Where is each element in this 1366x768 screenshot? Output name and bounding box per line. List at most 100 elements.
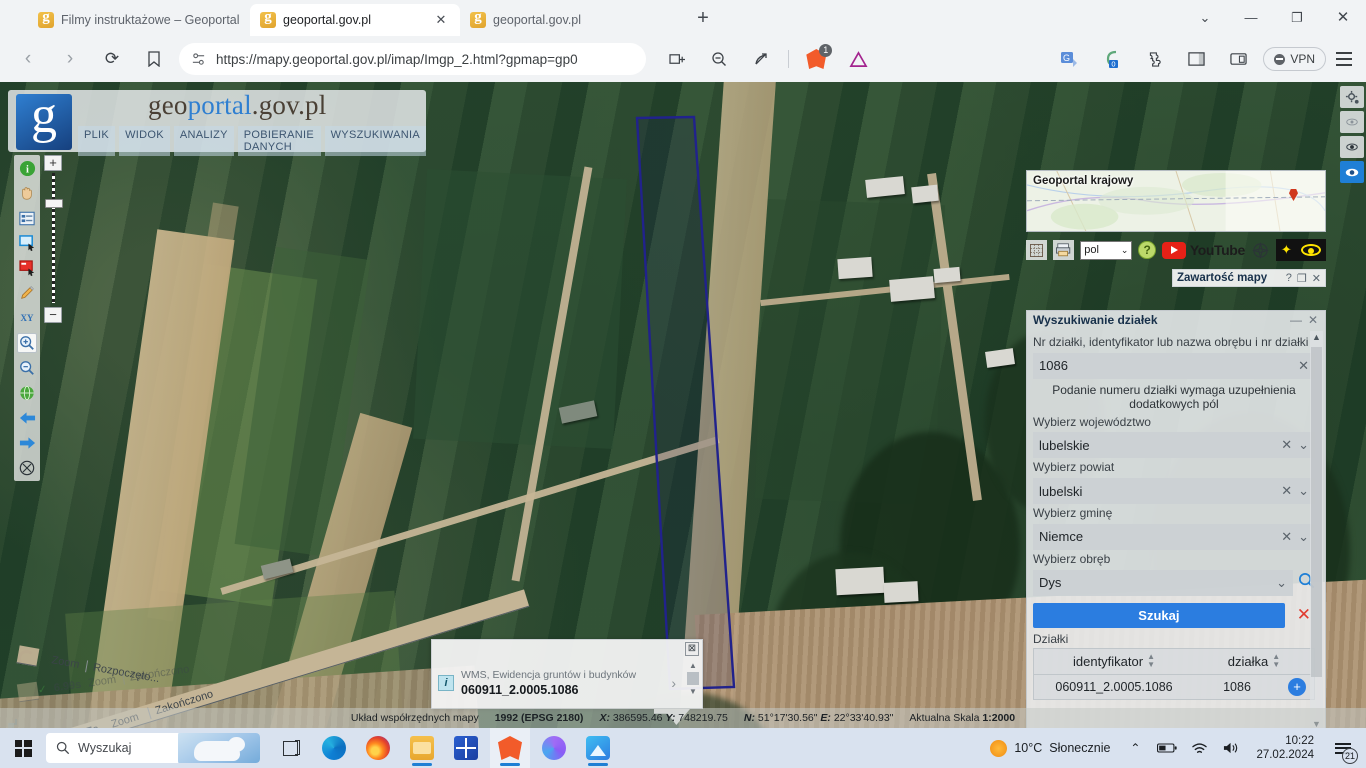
taskbar-search-box[interactable]: Wyszukaj — [46, 733, 260, 763]
taskbar-app-store[interactable] — [446, 728, 486, 768]
select-red-icon[interactable] — [17, 258, 37, 278]
powiat-select[interactable]: lubelski ✕ ⌄ — [1033, 478, 1315, 504]
taskbar-app-brave[interactable] — [490, 728, 530, 768]
zoom-slider-thumb[interactable] — [45, 199, 63, 208]
notification-center-button[interactable]: 21 — [1326, 728, 1360, 768]
sort-icon[interactable]: ▲▼ — [1147, 653, 1155, 669]
map-content-bar[interactable]: Zawartość mapy ? ❐ ✕ — [1172, 269, 1326, 287]
clear-icon[interactable]: ✕ — [1281, 483, 1292, 499]
print-icon[interactable] — [1053, 240, 1074, 260]
scroll-down-icon[interactable]: ▼ — [686, 687, 700, 696]
select-rectangle-icon[interactable] — [17, 233, 37, 253]
close-window-button[interactable]: ✕ — [1320, 1, 1366, 35]
clear-icon[interactable]: ✕ — [1281, 437, 1292, 453]
taskbar-app-edge[interactable] — [314, 728, 354, 768]
taskbar-app-firefox[interactable] — [358, 728, 398, 768]
sidebar-toggle-icon[interactable] — [1180, 43, 1212, 75]
tab-search-chevron-icon[interactable]: ⌄ — [1182, 1, 1228, 35]
cell-action[interactable]: + — [1280, 678, 1314, 696]
panel-scrollbar[interactable]: ▲ ▼ — [1310, 331, 1323, 728]
sort-icon[interactable]: ▲▼ — [1272, 653, 1280, 669]
start-button[interactable] — [0, 728, 46, 768]
zoom-out-button[interactable]: − — [44, 307, 62, 323]
wifi-icon[interactable] — [1186, 733, 1212, 763]
task-view-button[interactable] — [270, 728, 310, 768]
zoom-out-icon[interactable] — [703, 43, 735, 75]
info-icon[interactable]: i — [17, 158, 37, 178]
measure-pencil-icon[interactable] — [17, 283, 37, 303]
panel-close-icon[interactable]: ✕ — [1305, 313, 1321, 327]
taskbar-app-photos[interactable] — [578, 728, 618, 768]
chevron-down-icon[interactable]: ⌄ — [1276, 575, 1287, 591]
minimize-button[interactable]: — — [1228, 1, 1274, 35]
site-settings-icon[interactable] — [191, 52, 206, 67]
full-extent-globe-icon[interactable] — [17, 383, 37, 403]
browser-menu-icon[interactable] — [1330, 45, 1358, 73]
zoom-slider-track[interactable] — [52, 173, 55, 303]
map-viewport[interactable]: g geoportal.gov.pl PLIK WIDOK ANALIZY PO… — [0, 82, 1366, 728]
panel-minimize-icon[interactable]: — — [1287, 313, 1305, 327]
obreb-select[interactable]: Dys ⌄ — [1033, 570, 1293, 596]
zoom-in-button[interactable]: + — [44, 155, 62, 171]
wojewodztwo-select[interactable]: lubelskie ✕ ⌄ — [1033, 432, 1315, 458]
scroll-up-icon[interactable]: ▲ — [686, 661, 700, 670]
legend-icon[interactable] — [17, 208, 37, 228]
bookmark-icon[interactable] — [138, 43, 170, 75]
map-content-help-icon[interactable]: ? — [1286, 272, 1292, 284]
compass-icon[interactable] — [1251, 240, 1270, 260]
taskbar-clock[interactable]: 10:22 27.02.2024 — [1250, 734, 1320, 763]
previous-view-icon[interactable] — [17, 408, 37, 428]
weather-widget[interactable]: 10°C Słonecznie — [984, 740, 1116, 757]
show-hidden-icons-chevron-icon[interactable]: ⌃ — [1122, 733, 1148, 763]
popup-next-icon[interactable]: › — [668, 675, 679, 691]
reload-icon[interactable]: ⟳ — [96, 43, 128, 75]
browser-tab-3[interactable]: geoportal.gov.pl — [460, 4, 682, 36]
maximize-button[interactable]: ❐ — [1274, 1, 1320, 35]
night-mode-toggle[interactable]: ✦ — [1276, 239, 1326, 261]
chevron-down-icon[interactable]: ⌄ — [1298, 437, 1309, 453]
forward-icon[interactable]: › — [54, 43, 86, 75]
map-content-close-icon[interactable]: ✕ — [1312, 272, 1321, 285]
taskbar-app-copilot[interactable] — [534, 728, 574, 768]
clear-icon[interactable]: ✕ — [1298, 358, 1309, 374]
vpn-button[interactable]: VPN — [1263, 47, 1326, 71]
help-icon[interactable]: ? — [1138, 241, 1155, 259]
browser-tab-1[interactable]: Filmy instruktażowe – Geoportal.gov — [28, 4, 250, 36]
scrollbar-thumb[interactable] — [687, 672, 699, 685]
zoom-slider[interactable]: + − — [44, 155, 64, 325]
close-tab-icon[interactable]: ✕ — [432, 11, 450, 29]
address-bar[interactable]: https://mapy.geoportal.gov.pl/imap/Imgp_… — [179, 43, 646, 75]
add-to-map-icon[interactable]: + — [1288, 678, 1306, 696]
taskbar-app-explorer[interactable] — [402, 728, 442, 768]
menu-item-plik[interactable]: PLIK — [78, 126, 115, 156]
chevron-down-icon[interactable]: ⌄ — [1298, 529, 1309, 545]
volume-icon[interactable] — [1218, 733, 1244, 763]
back-icon[interactable]: ‹ — [12, 43, 44, 75]
new-tab-button[interactable]: + — [688, 4, 718, 34]
menu-item-wyszukiwania[interactable]: WYSZUKIWANIA — [325, 126, 426, 156]
brave-shields-icon[interactable]: 1 — [800, 43, 832, 75]
translate-icon[interactable]: G — [1054, 43, 1086, 75]
menu-item-pobieranie-danych[interactable]: POBIERANIE DANYCH — [238, 126, 321, 156]
popup-close-icon[interactable]: ⊠ — [685, 642, 699, 656]
share-icon[interactable] — [745, 43, 777, 75]
language-select[interactable]: pol ⌄ — [1080, 241, 1132, 260]
next-view-icon[interactable] — [17, 433, 37, 453]
parcel-number-input[interactable]: 1086 ✕ — [1033, 353, 1315, 379]
scroll-up-icon[interactable]: ▲ — [1310, 331, 1323, 344]
visibility-dim-icon[interactable] — [1340, 111, 1364, 133]
battery-icon[interactable] — [1154, 733, 1180, 763]
clear-selection-icon[interactable] — [17, 458, 37, 478]
youtube-link[interactable]: YouTube — [1162, 242, 1245, 259]
overview-map[interactable]: Geoportal krajowy — [1026, 170, 1326, 232]
browser-tab-2-active[interactable]: geoportal.gov.pl ✕ — [250, 4, 460, 36]
geoportal-logo[interactable]: g — [16, 94, 72, 150]
gmina-select[interactable]: Niemce ✕ ⌄ — [1033, 524, 1315, 550]
zoom-in-tool-icon[interactable] — [17, 333, 37, 353]
visibility-mid-icon[interactable] — [1340, 136, 1364, 158]
extensions-puzzle-icon[interactable] — [1138, 43, 1170, 75]
map-content-restore-icon[interactable]: ❐ — [1297, 272, 1307, 285]
reading-list-icon[interactable] — [1222, 43, 1254, 75]
brave-wallet-icon[interactable]: 0 — [1096, 43, 1128, 75]
popup-scrollbar[interactable]: ▲ ▼ — [686, 661, 700, 705]
